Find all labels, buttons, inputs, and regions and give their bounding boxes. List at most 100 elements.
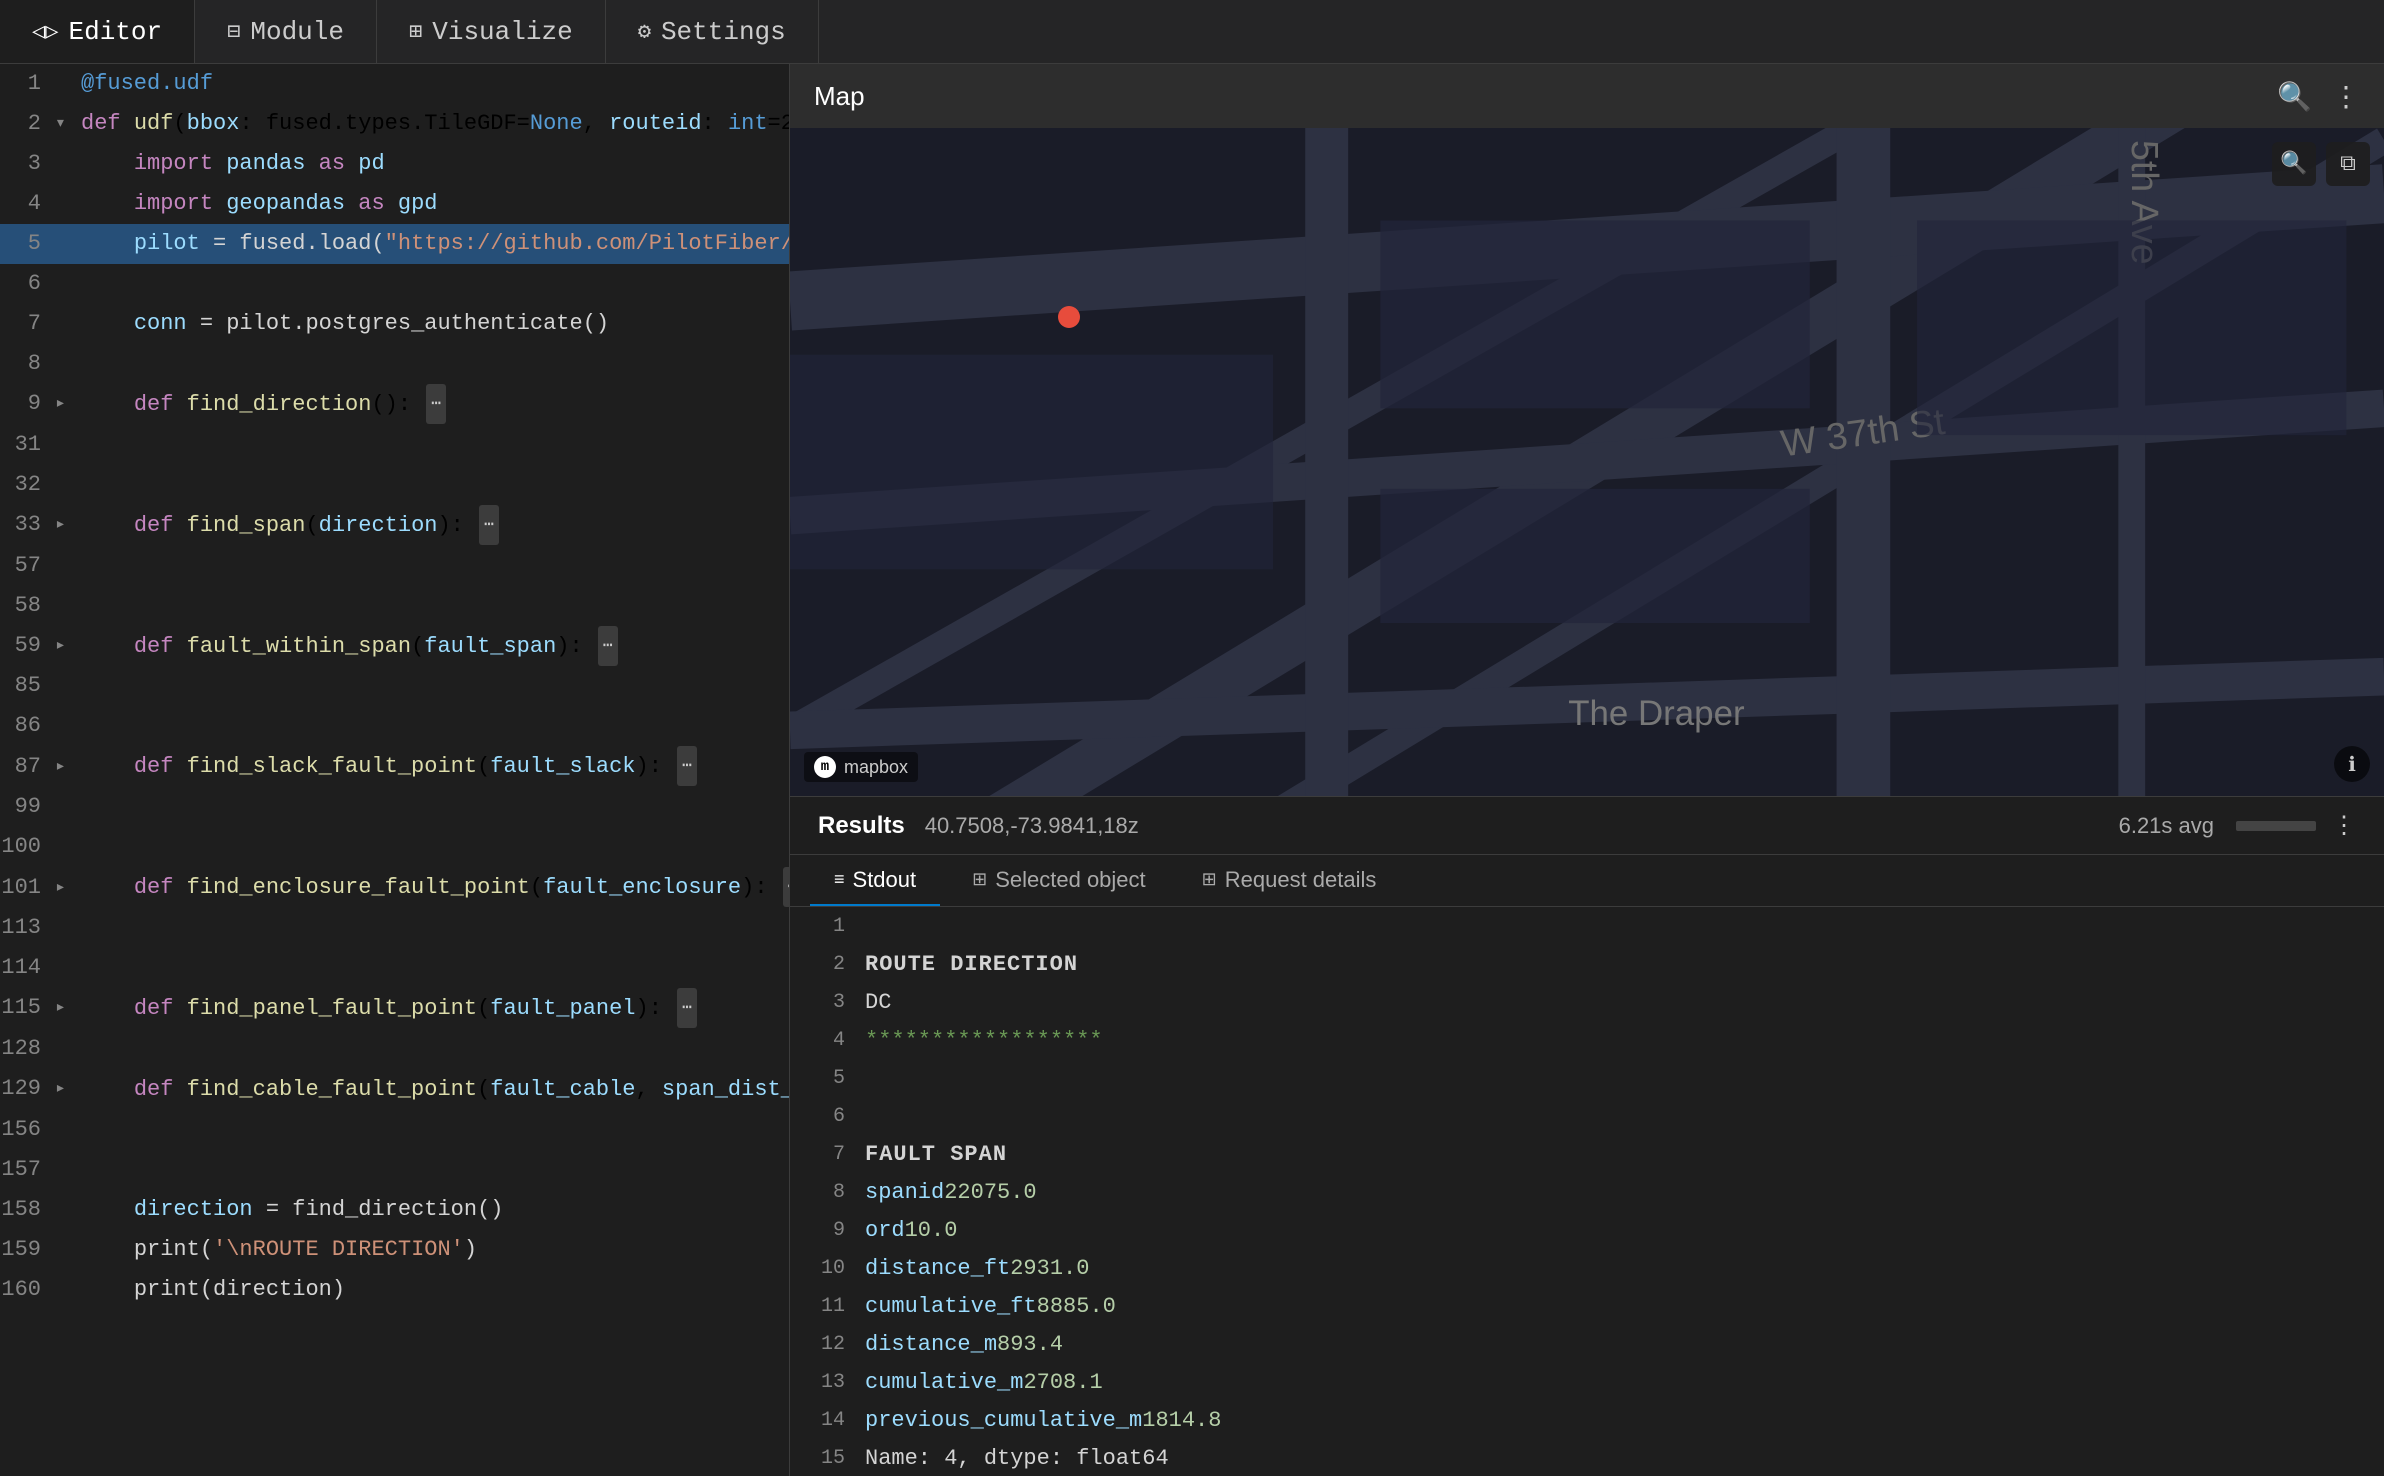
output-value: 10.0	[905, 1218, 958, 1243]
line-number: 9	[0, 384, 55, 424]
map-info-btn[interactable]: ℹ	[2334, 746, 2370, 782]
output-line-number: 9	[810, 1219, 865, 1242]
output-line-number: 11	[810, 1295, 865, 1318]
output-value: 2931.0	[1010, 1256, 1089, 1281]
code-line: 160 print(direction)	[0, 1270, 789, 1310]
map-area[interactable]: W 37th St 5th Ave The Australian NYC The…	[790, 128, 2384, 796]
editor-panel: 1@fused.udf2▾def udf(bbox: fused.types.T…	[0, 64, 790, 1476]
code-line: 33▸ def find_span(direction): ⋯	[0, 505, 789, 546]
output-line-text: distance_m893.4	[865, 1332, 2364, 1357]
line-number: 157	[0, 1150, 55, 1190]
line-number: 99	[0, 787, 55, 827]
line-number: 2	[0, 104, 55, 144]
output-line: 6	[790, 1097, 2384, 1135]
tab-visualize[interactable]: ⊞ Visualize	[377, 0, 606, 63]
code-line: 101▸ def find_enclosure_fault_point(faul…	[0, 867, 789, 908]
line-number: 33	[0, 505, 55, 545]
line-code: print('\nROUTE DIRECTION')	[77, 1230, 789, 1270]
output-key: spanid	[865, 1180, 944, 1205]
code-line: 129▸ def find_cable_fault_point(fault_ca…	[0, 1069, 789, 1110]
tab-settings[interactable]: ⚙ Settings	[606, 0, 819, 63]
map-more-btn[interactable]: ⋮	[2332, 80, 2360, 113]
output-line: 7FAULT SPAN	[790, 1135, 2384, 1173]
code-line: 6	[0, 264, 789, 304]
code-line: 7 conn = pilot.postgres_authenticate()	[0, 304, 789, 344]
svg-text:The Draper: The Draper	[1568, 694, 1745, 733]
line-code: def find_slack_fault_point(fault_slack):…	[77, 746, 789, 787]
code-line: 158 direction = find_direction()	[0, 1190, 789, 1230]
line-code: import pandas as pd	[77, 144, 789, 184]
code-area[interactable]: 1@fused.udf2▾def udf(bbox: fused.types.T…	[0, 64, 789, 1476]
line-number: 101	[0, 868, 55, 908]
line-code: print(direction)	[77, 1270, 789, 1310]
line-arrow[interactable]: ▸	[55, 868, 77, 908]
code-line: 86	[0, 706, 789, 746]
tab-settings-label: Settings	[661, 17, 786, 47]
map-search-overlay-btn[interactable]: 🔍	[2272, 142, 2316, 186]
right-panel: Map 🔍 ⋮	[790, 64, 2384, 1476]
output-line: 11cumulative_ft8885.0	[790, 1287, 2384, 1325]
results-tab-selected-object[interactable]: ⊞ Selected object	[948, 855, 1170, 906]
line-arrow[interactable]: ▸	[55, 747, 77, 787]
results-header-left: Results 40.7508,-73.9841,18z	[818, 812, 1139, 840]
line-arrow[interactable]: ▸	[55, 1069, 77, 1109]
line-number: 31	[0, 425, 55, 465]
line-number: 1	[0, 64, 55, 104]
line-number: 59	[0, 626, 55, 666]
map-marker	[1058, 306, 1080, 328]
code-line: 156	[0, 1110, 789, 1150]
output-line: 14previous_cumulative_m1814.8	[790, 1401, 2384, 1439]
code-line: 58	[0, 586, 789, 626]
output-value: 2708.1	[1023, 1370, 1102, 1395]
output-line-number: 4	[810, 1029, 865, 1052]
results-tab-request-label: Request details	[1225, 867, 1377, 893]
output-key: distance_m	[865, 1332, 997, 1357]
line-arrow[interactable]: ▸	[55, 505, 77, 545]
line-number: 8	[0, 344, 55, 384]
code-line: 85	[0, 666, 789, 706]
results-header-right: 6.21s avg ⋮	[2119, 811, 2356, 840]
output-line-number: 14	[810, 1409, 865, 1432]
code-line: 113	[0, 908, 789, 948]
code-line: 3 import pandas as pd	[0, 144, 789, 184]
output-line-text: Name: 4, dtype: float64	[865, 1446, 2364, 1471]
code-line: 87▸ def find_slack_fault_point(fault_sla…	[0, 746, 789, 787]
code-line: 159 print('\nROUTE DIRECTION')	[0, 1230, 789, 1270]
code-line: 114	[0, 948, 789, 988]
output-line: 13cumulative_m2708.1	[790, 1363, 2384, 1401]
line-code: def udf(bbox: fused.types.TileGDF=None, …	[77, 104, 789, 144]
results-tab-request-details[interactable]: ⊞ Request details	[1178, 855, 1401, 906]
line-number: 129	[0, 1069, 55, 1109]
map-layers-btn[interactable]: ⧉	[2326, 142, 2370, 186]
tab-module[interactable]: ⊟ Module	[195, 0, 377, 63]
results-tab-stdout[interactable]: ≡ Stdout	[810, 855, 940, 906]
output-line: 5	[790, 1059, 2384, 1097]
line-number: 6	[0, 264, 55, 304]
output-line-number: 15	[810, 1447, 865, 1470]
line-arrow[interactable]: ▾	[55, 104, 77, 144]
line-code: def find_panel_fault_point(fault_panel):…	[77, 988, 789, 1029]
output-line-text: ord10.0	[865, 1218, 2364, 1243]
results-menu-btn[interactable]: ⋮	[2332, 811, 2356, 840]
tab-visualize-label: Visualize	[432, 17, 572, 47]
line-number: 58	[0, 586, 55, 626]
line-number: 5	[0, 224, 55, 264]
output-line: 8spanid22075.0	[790, 1173, 2384, 1211]
results-title: Results	[818, 812, 905, 840]
map-search-header-btn[interactable]: 🔍	[2277, 80, 2312, 113]
line-arrow[interactable]: ▸	[55, 626, 77, 666]
line-arrow[interactable]: ▸	[55, 988, 77, 1028]
mapbox-label: mapbox	[844, 757, 908, 778]
line-arrow[interactable]: ▸	[55, 384, 77, 424]
line-code: def find_enclosure_fault_point(fault_enc…	[77, 867, 789, 908]
code-line: 99	[0, 787, 789, 827]
code-line: 31	[0, 425, 789, 465]
output-line-number: 8	[810, 1181, 865, 1204]
output-key: cumulative_m	[865, 1370, 1023, 1395]
results-content[interactable]: 12ROUTE DIRECTION3DC4******************5…	[790, 907, 2384, 1476]
code-line: 4 import geopandas as gpd	[0, 184, 789, 224]
map-title: Map	[814, 81, 865, 112]
tab-editor[interactable]: ◁▷ Editor	[0, 0, 195, 63]
line-number: 85	[0, 666, 55, 706]
line-code: def find_cable_fault_point(fault_cable, …	[77, 1069, 789, 1110]
